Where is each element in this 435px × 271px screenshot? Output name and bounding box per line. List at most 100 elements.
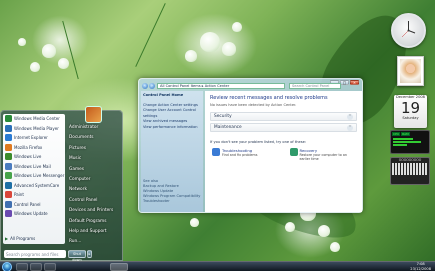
all-programs-button[interactable]: ▶ All Programs [5, 236, 35, 241]
program-item[interactable]: Mozilla Firefox [3, 143, 65, 153]
piano-label: OOOOOOOOO [398, 158, 422, 162]
start-right-item[interactable]: Run... [67, 239, 122, 249]
program-item[interactable]: Internet Explorer [3, 133, 65, 143]
nav-buttons: ‹ › [142, 83, 155, 89]
address-bar[interactable]: All Control Panel Items ▸ Action Center [157, 83, 285, 89]
ram-bar [393, 141, 421, 143]
ram-label: RAM [401, 132, 410, 136]
see-also-section: See also Backup and Restore Windows Update… [143, 179, 203, 204]
piano-gadget[interactable]: OOOOOOOOO [390, 157, 430, 185]
control-panel-search-input[interactable]: Search Control Panel [289, 83, 341, 89]
calendar-day: 19 [400, 99, 421, 117]
start-right-item[interactable]: Control Panel [67, 198, 122, 208]
start-right-item[interactable]: Default Programs [67, 219, 122, 229]
program-item[interactable]: Windows Live Messenger [3, 171, 65, 181]
clock-face-icon [401, 21, 416, 38]
program-label: Internet Explorer [14, 135, 48, 141]
taskbar-explorer-button[interactable] [30, 263, 42, 271]
taskbar-ie-button[interactable] [16, 263, 28, 271]
task-link[interactable]: View performance information [143, 125, 201, 131]
cpu-bar [393, 138, 413, 140]
start-right-item[interactable]: Pictures [67, 146, 122, 156]
program-icon [5, 134, 12, 142]
program-label: Control Panel [14, 201, 41, 207]
arrow-right-icon: ▶ [5, 236, 9, 241]
program-item[interactable]: Windows Live Mail [3, 162, 65, 172]
program-item[interactable]: Advanced SystemCare [3, 181, 65, 191]
maintenance-section[interactable]: Maintenance ˅ [210, 123, 357, 132]
chevron-down-icon[interactable]: ˅ [347, 124, 353, 131]
program-icon [5, 124, 12, 132]
forward-arrow-icon[interactable]: › [149, 83, 155, 89]
program-item[interactable]: Windows Live [3, 152, 65, 162]
program-item[interactable]: Windows Media Player [3, 124, 65, 134]
security-section[interactable]: Security ˅ [210, 112, 357, 121]
start-right-item[interactable]: Administrator [67, 125, 122, 135]
tool-desc: Find and fix problems [222, 153, 258, 157]
taskbar-window-button[interactable] [110, 263, 128, 271]
start-button[interactable] [2, 262, 12, 271]
page-title: Review recent messages and resolve probl… [210, 95, 328, 101]
recovery-icon [289, 148, 298, 156]
program-icon [5, 153, 12, 161]
taskbar: 7:08 23/12/2008 [0, 261, 435, 271]
section-label: Maintenance [214, 125, 242, 130]
start-right-item[interactable]: Music [67, 156, 122, 166]
main-content: Review recent messages and resolve probl… [205, 91, 362, 212]
program-item[interactable]: Windows Update [3, 209, 65, 219]
recovery-link[interactable]: Recovery Restore your computer to an ear… [289, 148, 358, 161]
task-link[interactable]: Change User Account Control settings [143, 108, 201, 119]
cpu-meter-gadget[interactable]: CPU RAM [390, 130, 430, 154]
program-label: Windows Live Mail [14, 163, 51, 169]
start-search-input[interactable]: Search programs and files [4, 250, 66, 258]
all-programs-label: All Programs [10, 236, 36, 241]
clock-date: 23/12/2008 [410, 266, 431, 271]
calendar-gadget[interactable]: December 2008 19 Saturday [394, 95, 427, 128]
start-right-item[interactable]: Help and Support [67, 229, 122, 239]
clock-gadget[interactable] [391, 13, 426, 48]
user-avatar[interactable] [85, 106, 102, 123]
meter-bar [393, 144, 407, 146]
slideshow-gadget[interactable] [397, 56, 424, 86]
program-icon [5, 210, 12, 218]
problem-hint: If you don't see your problem listed, tr… [210, 140, 307, 144]
program-label: Paint [14, 192, 24, 198]
maximize-button[interactable]: □ [340, 80, 349, 85]
program-label: Windows Update [14, 211, 48, 217]
taskbar-media-button[interactable] [44, 263, 56, 271]
start-right-item[interactable]: Computer [67, 177, 122, 187]
program-label: Windows Media Center [14, 116, 60, 122]
piano-keys[interactable] [392, 163, 428, 175]
back-arrow-icon[interactable]: ‹ [142, 83, 148, 89]
start-right-item[interactable]: Documents [67, 135, 122, 145]
program-label: Windows Live [14, 154, 42, 160]
task-pane: Control Panel Home Change Action Center … [141, 91, 203, 212]
calendar-weekday: Saturday [402, 116, 419, 120]
shutdown-group: Shut down ▸ [68, 250, 92, 262]
shutdown-options-button[interactable]: ▸ [87, 250, 92, 258]
program-list: Windows Media Center Windows Media Player… [3, 114, 65, 244]
troubleshooting-link[interactable]: Troubleshooting Find and fix problems [212, 148, 280, 161]
program-item[interactable]: Control Panel [3, 200, 65, 210]
control-panel-home-link[interactable]: Control Panel Home [143, 93, 201, 99]
start-right-item[interactable]: Network [67, 187, 122, 197]
program-label: Windows Live Messenger [14, 173, 65, 179]
start-right-item[interactable]: Games [67, 167, 122, 177]
task-links: Change Action Center settings Change User… [143, 103, 201, 131]
program-item[interactable]: Paint [3, 190, 65, 200]
status-text: No issues have been detected by Action C… [210, 103, 297, 107]
start-right-column: Administrator Documents Pictures Music Games… [67, 125, 122, 250]
taskbar-clock[interactable]: 7:08 23/12/2008 [410, 262, 431, 271]
tools-list: Troubleshooting Find and fix problems Re… [210, 148, 357, 161]
start-right-item[interactable]: Devices and Printers [67, 208, 122, 218]
program-icon [5, 115, 12, 123]
chevron-down-icon[interactable]: ˅ [347, 113, 353, 120]
program-item[interactable]: Windows Media Center [3, 114, 65, 124]
shutdown-button[interactable]: Shut down [68, 250, 86, 262]
program-icon [5, 200, 12, 208]
troubleshooting-icon [212, 148, 220, 156]
section-label: Security [214, 114, 232, 119]
tool-desc: Restore your computer to an earlier time [299, 153, 347, 161]
close-button[interactable]: ✕ [350, 80, 359, 85]
see-also-link[interactable]: Windows Program Compatibility Troublesho… [143, 194, 203, 204]
